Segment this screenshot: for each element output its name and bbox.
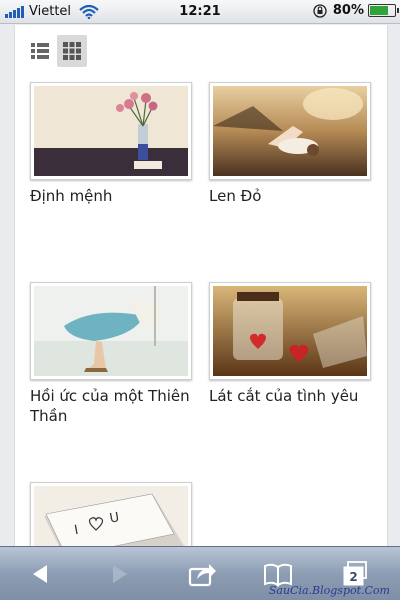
hearts-in-jars-photo[interactable] (209, 282, 371, 380)
gallery-item[interactable]: I U (30, 482, 192, 550)
list-view-icon (31, 43, 49, 59)
share-icon (188, 564, 216, 587)
i-love-u-note-photo[interactable]: I U (30, 482, 192, 550)
tabs-count: 2 (349, 570, 357, 584)
gallery-item-title[interactable]: Lát cắt của tình yêu (209, 386, 371, 406)
view-toggle (25, 35, 89, 67)
battery-icon (368, 4, 399, 17)
forward-arrow-icon (113, 565, 127, 583)
back-arrow-icon (33, 565, 47, 583)
gallery-item-title[interactable]: Hồi ức của một Thiên Thần (30, 386, 192, 426)
flowers-in-vase-photo[interactable] (30, 82, 192, 180)
gallery-item[interactable]: Hồi ức của một Thiên Thần (30, 282, 192, 426)
list-view-button[interactable] (25, 35, 55, 67)
back-button[interactable] (22, 560, 58, 588)
grid-view-icon (63, 42, 81, 60)
browser-toolbar: 2 SauCia.Blogspot.Com (0, 546, 400, 600)
girl-on-swing-photo[interactable] (30, 282, 192, 380)
watermark-text: SauCia.Blogspot.Com (268, 584, 390, 597)
forward-button[interactable] (102, 560, 138, 588)
girl-lying-in-field-photo[interactable] (209, 82, 371, 180)
status-bar: Viettel 12:21 80% (0, 0, 400, 24)
battery-percent: 80% (332, 3, 364, 18)
orientation-lock-icon (313, 3, 327, 18)
gallery-item[interactable]: Len Đỏ (209, 82, 371, 206)
gallery-item-title[interactable]: Len Đỏ (209, 186, 371, 206)
gallery-item-title[interactable]: Định mệnh (30, 186, 192, 206)
grid-view-button[interactable] (57, 35, 87, 67)
gallery-item[interactable]: Định mệnh (30, 82, 192, 206)
gallery-item[interactable]: Lát cắt của tình yêu (209, 282, 371, 406)
share-button[interactable] (184, 560, 220, 588)
gallery-page: Định mệnh Len Đỏ Hồi ức của một Thiên Th… (14, 25, 388, 550)
